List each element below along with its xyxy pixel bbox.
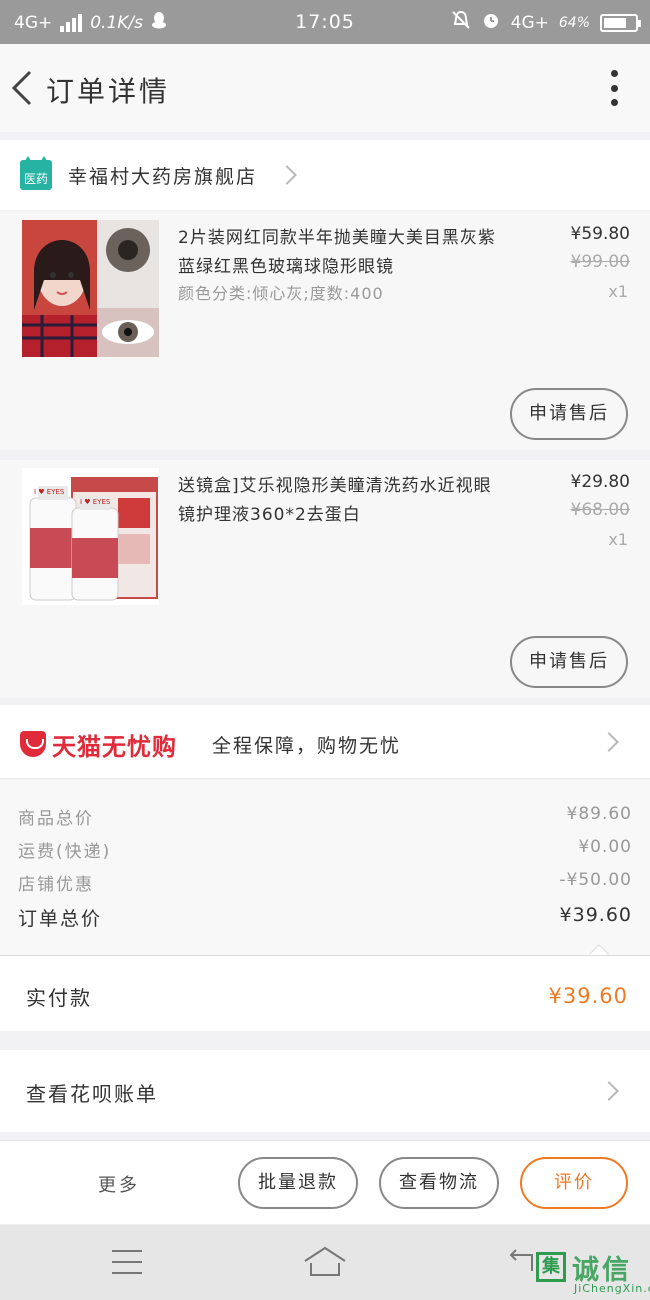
battery-icon: [600, 13, 641, 32]
product-image[interactable]: I ♥ EYES I ♥ EYES: [22, 468, 159, 605]
after-sales-button[interactable]: 申请售后: [510, 388, 628, 440]
summary-label: 商品总价: [18, 809, 94, 829]
summary-label: 运费(快递): [18, 842, 112, 862]
huabei-bill-row[interactable]: 查看花呗账单: [0, 1050, 650, 1132]
review-button[interactable]: 评价: [520, 1157, 628, 1209]
guarantee-brand: 天猫无忧购: [52, 733, 177, 761]
shop-logo-icon: 医药: [20, 156, 52, 190]
svg-text:I ♥ EYES: I ♥ EYES: [34, 488, 65, 496]
product-price: ¥29.80: [570, 472, 630, 492]
huabei-label[interactable]: 查看花呗账单: [26, 1078, 158, 1107]
price-summary: 商品总价 ¥89.60 运费(快递) ¥0.00 店铺优惠 -¥50.00 订单…: [0, 780, 650, 964]
battery-percent: 64%: [558, 14, 590, 31]
tmall-shield-icon: [20, 731, 46, 757]
product-quantity: x1: [608, 530, 628, 549]
summary-label: 店铺优惠: [18, 875, 94, 895]
payment-value: ¥39.60: [548, 984, 628, 1008]
product-original-price: ¥68.00: [570, 500, 630, 520]
watermark-domain: JiChengXin.com: [574, 1282, 650, 1295]
order-action-bar: 更多 批量退款 查看物流 评价: [0, 1140, 650, 1224]
view-logistics-button[interactable]: 查看物流: [379, 1157, 499, 1209]
guarantee-description: 全程保障，购物无忧: [212, 735, 402, 757]
watermark-box: 集: [536, 1252, 566, 1282]
product-title[interactable]: 2片装网红同款半年抛美瞳大美目黑灰紫蓝绿红黑色玻璃球隐形眼镜: [178, 224, 508, 282]
chevron-right-icon: [599, 732, 619, 752]
product-sku: 颜色分类:倾心灰;度数:400: [178, 284, 384, 303]
product-quantity: x1: [608, 282, 628, 301]
chevron-right-icon: [599, 1081, 619, 1101]
summary-value: ¥0.00: [578, 837, 632, 857]
order-total-row: 订单总价 ¥39.60: [0, 904, 650, 934]
product-image[interactable]: [22, 220, 159, 357]
shop-row[interactable]: 医药 幸福村大药房旗舰店: [0, 140, 650, 210]
page-title: 订单详情: [46, 75, 171, 108]
product-price: ¥59.80: [570, 224, 630, 244]
tmall-guarantee-row[interactable]: 天猫无忧购 全程保障，购物无忧: [0, 705, 650, 779]
chevron-right-icon: [277, 165, 297, 185]
back-icon[interactable]: [8, 68, 40, 108]
after-sales-button[interactable]: 申请售后: [510, 636, 628, 688]
more-button[interactable]: 更多: [98, 1171, 140, 1197]
watermark-logo: 集 诚信 JiChengXin.com: [534, 1248, 650, 1300]
status-bar: 4G+ 0.1K/s 17:05 4G+ 64%: [0, 0, 650, 44]
network-label-right: 4G+: [510, 12, 549, 33]
menu-icon[interactable]: [112, 1250, 142, 1274]
more-options-icon[interactable]: [608, 70, 620, 106]
summary-row: 商品总价 ¥89.60: [0, 804, 650, 834]
app-header: 订单详情: [0, 44, 650, 132]
actual-payment-row: 实付款 ¥39.60: [0, 955, 650, 1031]
order-item: I ♥ EYES I ♥ EYES 送镜盒]艾乐视隐形美瞳清洗药水近视眼镜护理液…: [0, 460, 650, 698]
svg-text:I ♥ EYES: I ♥ EYES: [80, 498, 111, 506]
product-original-price: ¥99.00: [570, 252, 630, 272]
order-item: 2片装网红同款半年抛美瞳大美目黑灰紫蓝绿红黑色玻璃球隐形眼镜 颜色分类:倾心灰;…: [0, 212, 650, 450]
summary-row: 运费(快递) ¥0.00: [0, 837, 650, 867]
summary-row: 店铺优惠 -¥50.00: [0, 870, 650, 900]
batch-refund-button[interactable]: 批量退款: [238, 1157, 358, 1209]
alarm-icon: [481, 10, 501, 35]
home-icon[interactable]: [303, 1245, 347, 1279]
order-total-value: ¥39.60: [559, 904, 632, 926]
product-title[interactable]: 送镜盒]艾乐视隐形美瞳清洗药水近视眼镜护理液360*2去蛋白: [178, 472, 508, 530]
summary-value: -¥50.00: [559, 870, 632, 890]
mute-icon: [451, 10, 471, 35]
summary-value: ¥89.60: [566, 804, 632, 824]
shop-name[interactable]: 幸福村大药房旗舰店: [68, 162, 257, 189]
payment-label: 实付款: [26, 986, 92, 1010]
order-total-label: 订单总价: [18, 908, 103, 930]
